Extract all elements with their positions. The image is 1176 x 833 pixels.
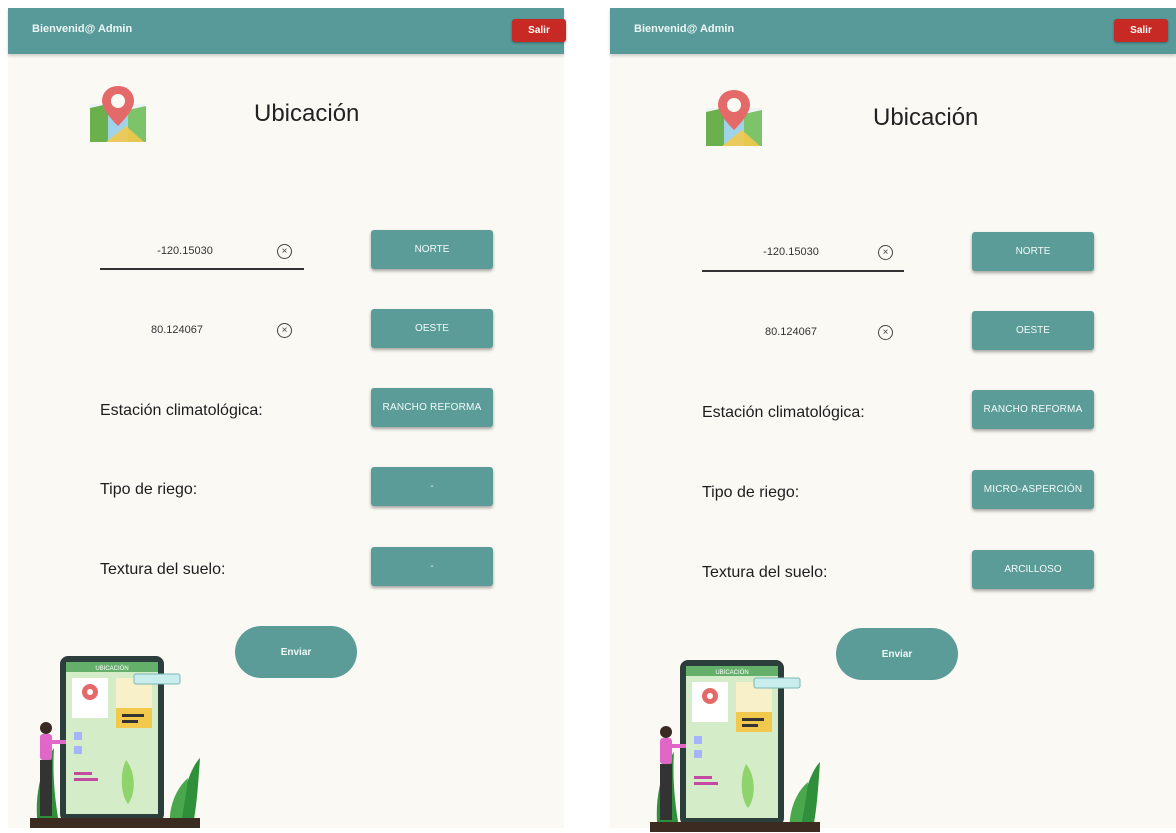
- top-bar: Bienvenid@ Admin Salir: [610, 8, 1176, 54]
- map-location-icon: [90, 86, 146, 142]
- west-button[interactable]: OESTE: [972, 311, 1094, 350]
- screen-before: Bienvenid@ Admin Salir Ubicación -120.15…: [8, 8, 566, 828]
- station-label: Estación climatológica:: [100, 402, 263, 419]
- clear-icon[interactable]: ×: [878, 325, 893, 340]
- station-select[interactable]: RANCHO REFORMA: [972, 390, 1094, 429]
- latitude-underline: [702, 270, 904, 272]
- map-location-icon: [706, 90, 762, 146]
- irrigation-label: Tipo de riego:: [100, 481, 198, 498]
- soil-select[interactable]: -: [371, 547, 493, 586]
- welcome-text: Bienvenid@ Admin: [634, 23, 735, 35]
- irrigation-select[interactable]: MICRO-ASPERCIÓN: [972, 470, 1094, 509]
- screen-after: Bienvenid@ Admin Salir Ubicación -120.15…: [610, 8, 1176, 832]
- page-title: Ubicación: [254, 100, 360, 127]
- send-button[interactable]: Enviar: [836, 628, 958, 680]
- illustration-phone-user: UBICACIÓN: [30, 656, 200, 828]
- mockup-header: UBICACIÓN: [95, 665, 128, 672]
- top-bar: Bienvenid@ Admin Salir: [8, 8, 566, 54]
- latitude-input[interactable]: -120.15030: [746, 246, 836, 258]
- station-label: Estación climatológica:: [702, 404, 865, 421]
- mockup-header: UBICACIÓN: [715, 669, 748, 676]
- latitude-underline: [100, 268, 304, 270]
- irrigation-select[interactable]: -: [371, 467, 493, 506]
- soil-select[interactable]: ARCILLOSO: [972, 550, 1094, 589]
- irrigation-label: Tipo de riego:: [702, 484, 800, 501]
- logout-button[interactable]: Salir: [512, 19, 566, 42]
- west-button[interactable]: OESTE: [371, 309, 493, 348]
- illustration-phone-user: UBICACIÓN: [650, 660, 820, 832]
- north-button[interactable]: NORTE: [371, 230, 493, 269]
- welcome-text: Bienvenid@ Admin: [32, 23, 133, 35]
- clear-icon[interactable]: ×: [277, 244, 292, 259]
- station-select[interactable]: RANCHO REFORMA: [371, 388, 493, 427]
- longitude-input[interactable]: 80.124067: [132, 324, 222, 336]
- latitude-input[interactable]: -120.15030: [140, 245, 230, 257]
- longitude-input[interactable]: 80.124067: [746, 326, 836, 338]
- clear-icon[interactable]: ×: [277, 323, 292, 338]
- logout-button[interactable]: Salir: [1114, 19, 1168, 42]
- page-title: Ubicación: [873, 104, 979, 131]
- soil-label: Textura del suelo:: [100, 561, 226, 578]
- send-button[interactable]: Enviar: [235, 626, 357, 678]
- north-button[interactable]: NORTE: [972, 232, 1094, 271]
- clear-icon[interactable]: ×: [878, 245, 893, 260]
- soil-label: Textura del suelo:: [702, 564, 828, 581]
